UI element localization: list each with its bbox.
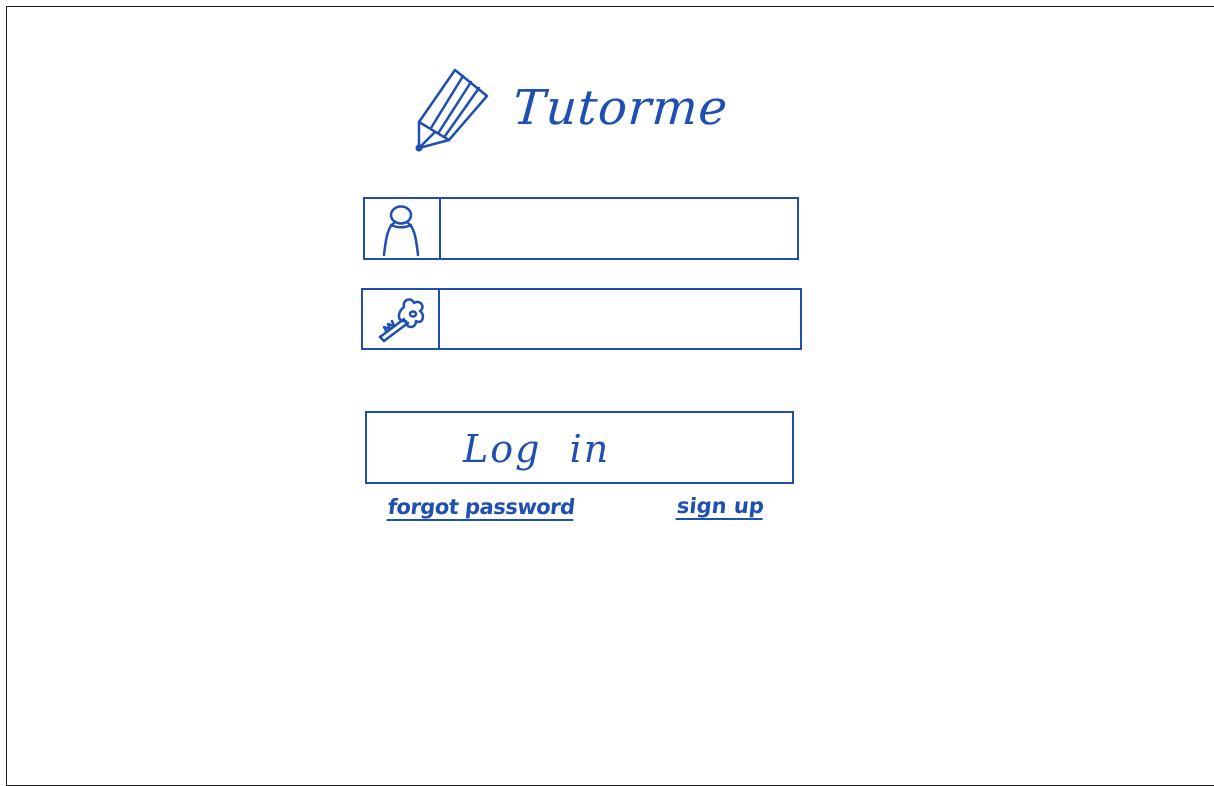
login-button[interactable]: Log in: [365, 411, 794, 484]
password-input[interactable]: [440, 290, 800, 348]
key-icon: [378, 298, 424, 343]
sign-up-link[interactable]: sign up: [676, 493, 766, 519]
password-field: [361, 288, 802, 350]
username-input[interactable]: [441, 199, 797, 258]
username-field: [363, 197, 799, 260]
password-icon-box: [363, 290, 440, 348]
brand-logo: Tutorme: [413, 66, 730, 156]
username-icon-box: [365, 199, 441, 258]
forgot-password-link[interactable]: forgot password: [387, 494, 576, 520]
login-button-label: Log in: [463, 427, 611, 471]
brand-name: Tutorme: [511, 80, 730, 136]
user-icon: [382, 204, 420, 256]
pencil-icon: [415, 68, 489, 152]
